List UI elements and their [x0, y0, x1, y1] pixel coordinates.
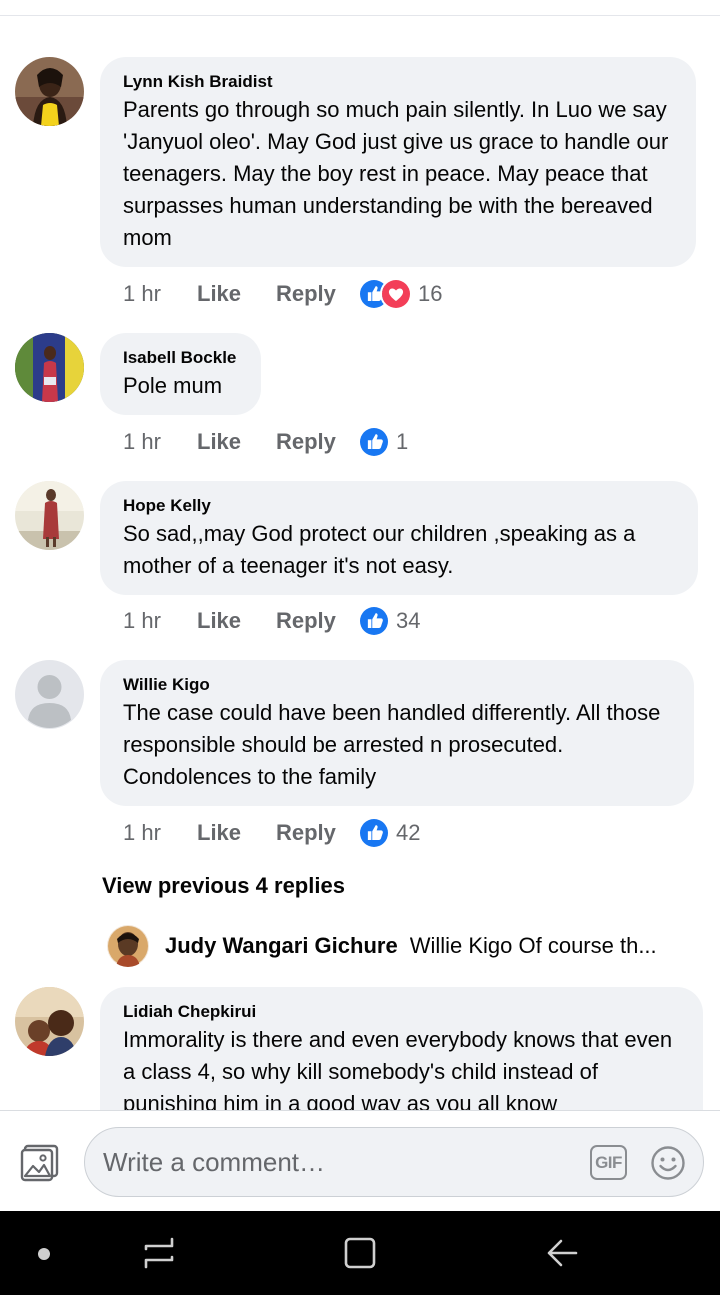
- recent-apps-icon[interactable]: [141, 1235, 177, 1271]
- reaction-summary[interactable]: 1: [358, 426, 408, 458]
- love-icon: [380, 278, 412, 310]
- back-icon[interactable]: [544, 1235, 580, 1271]
- comment-actions: 1 hr Like Reply 42: [123, 817, 420, 849]
- home-icon[interactable]: [342, 1235, 378, 1271]
- comment-author[interactable]: Lidiah Chepkirui: [123, 1001, 680, 1023]
- comment-input-box: GIF: [84, 1127, 704, 1197]
- comment-author[interactable]: Isabell Bockle: [123, 347, 238, 369]
- comment-bubble: Hope Kelly So sad,,may God protect our c…: [100, 481, 698, 595]
- comment-time[interactable]: 1 hr: [123, 281, 197, 307]
- comment-bubble: Lidiah Chepkirui Immorality is there and…: [100, 987, 703, 1110]
- reaction-count: 42: [396, 820, 421, 845]
- comment-text: Immorality is there and even everybody k…: [123, 1027, 673, 1110]
- like-button[interactable]: Like: [197, 281, 276, 307]
- android-navigation-bar: [0, 1211, 720, 1295]
- reply-text: Willie Kigo Of course th...: [409, 933, 657, 958]
- comment-text: Parents go through so much pain silently…: [123, 97, 669, 250]
- like-button[interactable]: Like: [197, 429, 276, 455]
- photo-icon[interactable]: [20, 1144, 60, 1182]
- emoji-icon[interactable]: [650, 1145, 686, 1181]
- gif-button[interactable]: GIF: [590, 1145, 627, 1180]
- like-icon: [358, 817, 390, 849]
- reply-button[interactable]: Reply: [276, 281, 358, 307]
- comment-text: Pole mum: [123, 373, 223, 398]
- reply-preview[interactable]: Judy Wangari Gichure Willie Kigo Of cour…: [107, 924, 707, 968]
- avatar[interactable]: [15, 333, 84, 402]
- comment-time[interactable]: 1 hr: [123, 429, 197, 455]
- comment-bubble: Willie Kigo The case could have been han…: [100, 660, 694, 806]
- comment-bubble: Isabell Bockle Pole mum: [100, 333, 261, 415]
- comments-list: Lynn Kish Braidist Parents go through so…: [0, 0, 720, 1110]
- like-button[interactable]: Like: [197, 820, 276, 846]
- comment-time[interactable]: 1 hr: [123, 608, 197, 634]
- reaction-count: 34: [396, 608, 421, 633]
- comment-text: The case could have been handled differe…: [123, 700, 661, 789]
- reaction-summary[interactable]: 16: [358, 278, 442, 310]
- comment-input[interactable]: [103, 1128, 573, 1196]
- reaction-count: 16: [418, 281, 443, 306]
- avatar[interactable]: [15, 987, 84, 1056]
- comment-author[interactable]: Hope Kelly: [123, 495, 675, 517]
- comment-text: So sad,,may God protect our children ,sp…: [123, 521, 636, 578]
- reply-button[interactable]: Reply: [276, 820, 358, 846]
- comment-author[interactable]: Lynn Kish Braidist: [123, 71, 673, 93]
- like-icon: [358, 426, 390, 458]
- like-button[interactable]: Like: [197, 608, 276, 634]
- comment-composer: GIF: [0, 1110, 720, 1211]
- reply-button[interactable]: Reply: [276, 429, 358, 455]
- reply-author[interactable]: Judy Wangari Gichure: [165, 933, 398, 959]
- comment-actions: 1 hr Like Reply 1: [123, 426, 408, 458]
- reaction-summary[interactable]: 34: [358, 605, 420, 637]
- comment-actions: 1 hr Like Reply 16: [123, 278, 442, 310]
- comment-actions: 1 hr Like Reply 34: [123, 605, 420, 637]
- reaction-count: 1: [396, 429, 409, 454]
- like-icon: [358, 605, 390, 637]
- comment-time[interactable]: 1 hr: [123, 820, 197, 846]
- avatar[interactable]: [15, 481, 84, 550]
- reaction-summary[interactable]: 42: [358, 817, 420, 849]
- avatar[interactable]: [15, 57, 84, 126]
- view-previous-replies-link[interactable]: View previous 4 replies: [102, 873, 345, 899]
- avatar[interactable]: [107, 925, 149, 967]
- dot-icon[interactable]: [38, 1248, 50, 1260]
- reply-button[interactable]: Reply: [276, 608, 358, 634]
- avatar[interactable]: [15, 660, 84, 729]
- comment-bubble: Lynn Kish Braidist Parents go through so…: [100, 57, 696, 267]
- comment-author[interactable]: Willie Kigo: [123, 674, 671, 696]
